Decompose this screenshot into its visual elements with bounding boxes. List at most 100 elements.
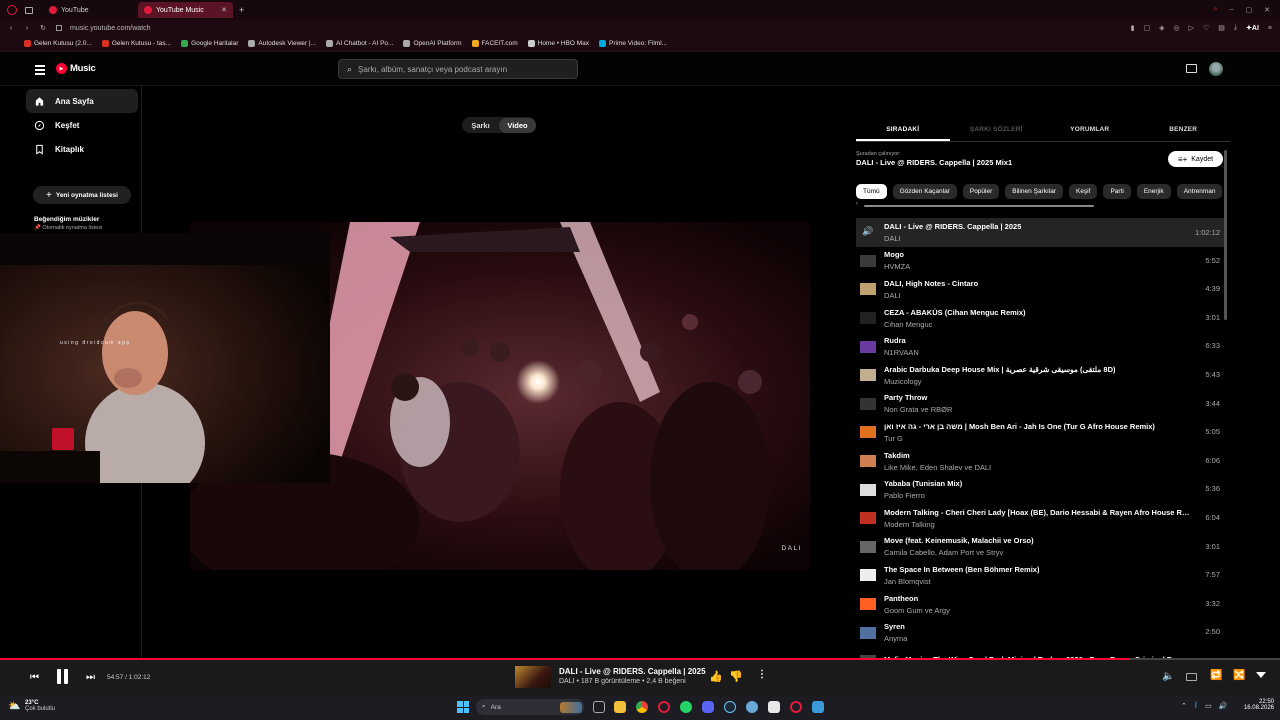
network-icon[interactable]: ▭ <box>1205 702 1212 710</box>
bookmark-item[interactable]: Gelen Kutusu (2.0... <box>24 40 92 47</box>
weather-widget[interactable]: 23°C Çok bulutlu <box>25 700 55 712</box>
filter-chip[interactable]: Popüler <box>962 184 1000 199</box>
history-icon[interactable]: ▤ <box>1218 24 1225 32</box>
filter-chip[interactable]: Tümü <box>856 184 887 199</box>
speaker-icon[interactable]: 🔊 <box>1219 702 1228 710</box>
filter-chip[interactable]: Antrenman <box>1176 184 1223 199</box>
queue-scrollbar[interactable] <box>1224 150 1227 320</box>
reload-icon[interactable]: ↻ <box>38 24 48 32</box>
filter-chip[interactable]: Gözden Kaçanlar <box>892 184 957 199</box>
lock-icon[interactable] <box>56 25 62 31</box>
queue-item[interactable]: CEZA - ABAKÜS (Cihan Menguc Remix) Cihan … <box>856 304 1224 333</box>
toggle-video[interactable]: Video <box>499 117 536 133</box>
forward-icon[interactable]: › <box>22 25 32 32</box>
tab-up-next[interactable]: SIRADAKİ <box>856 116 950 141</box>
clock[interactable]: 22:50 16.08.2026 <box>1242 699 1274 711</box>
pause-button[interactable] <box>57 669 69 684</box>
back-icon[interactable]: ‹ <box>6 25 16 32</box>
start-icon[interactable] <box>457 701 469 713</box>
dislike-icon[interactable]: 👎 <box>729 670 743 683</box>
tray-chevron-icon[interactable]: ⌃ <box>1181 702 1187 710</box>
download-icon[interactable]: ⤓ <box>1234 24 1237 32</box>
queue-item[interactable]: Arabic Darbuka Deep House Mix | موسيقى ش… <box>856 361 1224 390</box>
tab-youtube[interactable]: YouTube <box>43 2 138 18</box>
queue-item[interactable]: Party Throw Non Grata ve RBØR 3:44 <box>856 390 1224 419</box>
menu-icon[interactable]: ≡ <box>1268 25 1272 32</box>
new-playlist-button[interactable]: + Yeni oynatma listesi <box>33 186 131 204</box>
task-view-icon[interactable] <box>593 701 605 713</box>
queue-item[interactable]: Takdim Like Mike, Eden Shalev ve DALI 6:06 <box>856 447 1224 476</box>
now-playing-title[interactable]: DALI - Live @ RIDERS. Cappella | 2025 <box>559 667 706 676</box>
screenshot-icon[interactable]: ▢ <box>1144 24 1151 32</box>
shield-icon[interactable]: ◈ <box>1159 24 1164 32</box>
queue-item[interactable]: Syren Anyma 2:50 <box>856 618 1224 647</box>
like-icon[interactable]: 👍 <box>709 670 723 683</box>
filter-chip[interactable]: Enerjik <box>1136 184 1171 199</box>
ai-button[interactable]: ✦AI <box>1246 24 1259 32</box>
weather-icon[interactable]: ⛅ <box>8 701 20 712</box>
scroll-left-icon[interactable]: ‹ <box>856 201 858 207</box>
next-icon[interactable]: ⏭ <box>86 672 95 683</box>
tab-related[interactable]: BENZER <box>1137 116 1231 141</box>
bluetooth-icon[interactable]: ᛒ <box>1194 702 1198 710</box>
chips-scrollbar[interactable]: ‹ <box>856 201 1096 208</box>
minimize-icon[interactable]: – <box>1230 6 1234 14</box>
sidebar-item-home[interactable]: Ana Sayfa <box>26 89 138 113</box>
bookmark-item[interactable]: Autodesk Viewer |... <box>248 40 316 47</box>
queue-item[interactable]: Mogo HVMZA 5:52 <box>856 247 1224 276</box>
liked-music-item[interactable]: Beğendiğim müzikler 📌 Otomatik oynatma l… <box>34 216 102 231</box>
camera-icon[interactable]: ◎ <box>1174 24 1180 32</box>
now-playing-thumbnail[interactable] <box>515 666 551 688</box>
captions-icon[interactable] <box>1186 673 1197 681</box>
url-field[interactable]: music.youtube.com/watch <box>70 25 151 32</box>
whatsapp-icon[interactable] <box>680 701 692 713</box>
sidebar-item-explore[interactable]: Keşfet <box>26 113 141 137</box>
extension-icon[interactable]: ▮ <box>1131 24 1135 32</box>
tab-lyrics[interactable]: ŞARKI SÖZLERİ <box>950 116 1044 141</box>
browser-search-icon[interactable]: ⌕ <box>1214 6 1218 14</box>
discord-icon[interactable] <box>702 701 714 713</box>
chrome-icon[interactable] <box>636 701 648 713</box>
queue-item[interactable]: משה בן ארי - גה איז ואן | Mosh Ben Ari -… <box>856 418 1224 447</box>
filter-chip[interactable]: Keşif <box>1068 184 1098 199</box>
bookmark-item[interactable]: Prime Video: Filml... <box>599 40 667 47</box>
queue-item[interactable]: Yababa (Tunisian Mix) Pablo Fierro 5:36 <box>856 475 1224 504</box>
progress-bar[interactable] <box>0 658 1280 660</box>
app-icon[interactable] <box>746 701 758 713</box>
notepad-icon[interactable] <box>812 701 824 713</box>
more-options-icon[interactable]: ⋮ <box>757 669 767 680</box>
taskbar-search[interactable]: ⌕ Ara <box>476 699 584 715</box>
document-icon[interactable] <box>768 701 780 713</box>
toggle-song[interactable]: Şarkı <box>462 121 499 130</box>
heart-icon[interactable]: ♡ <box>1203 24 1209 32</box>
bookmark-item[interactable]: Home • HBO Max <box>527 40 589 47</box>
repeat-icon[interactable]: 🔁 <box>1210 670 1222 681</box>
bookmark-item[interactable]: OpenAI Platform <box>403 40 462 47</box>
queue-item[interactable]: Rudra N1RVAAN 6:33 <box>856 332 1224 361</box>
cast-icon[interactable] <box>1186 64 1197 73</box>
tab-comments[interactable]: YORUMLAR <box>1043 116 1137 141</box>
tab-youtube-music[interactable]: YouTube Music ✕ <box>138 2 233 18</box>
close-window-icon[interactable]: ✕ <box>1264 6 1270 14</box>
maximize-icon[interactable]: ▢ <box>1246 6 1253 14</box>
recording-app-icon[interactable] <box>790 701 802 713</box>
bookmark-item[interactable]: Gelen Kutusu - tas... <box>101 40 171 47</box>
opera-icon[interactable] <box>658 701 670 713</box>
queue-item[interactable]: The Space In Between (Ben Böhmer Remix) J… <box>856 561 1224 590</box>
steam-icon[interactable] <box>724 701 736 713</box>
search-box[interactable]: ⌕ Şarkı, albüm, sanatçı veya podcast ara… <box>338 59 578 79</box>
browser-logo-icon[interactable] <box>7 5 17 15</box>
hamburger-icon[interactable] <box>35 65 45 75</box>
previous-icon[interactable]: ⏮ <box>30 672 39 683</box>
queue-item[interactable]: DALI, High Notes - Cintaro DALI 4:39 <box>856 275 1224 304</box>
queue-item[interactable]: Modern Talking - Cheri Cheri Lady [Hoax … <box>856 504 1224 533</box>
avatar[interactable] <box>1209 62 1223 76</box>
close-tab-icon[interactable]: ✕ <box>221 6 227 14</box>
bookmark-item[interactable]: AI Chatbot - AI Po... <box>325 40 393 47</box>
queue-item[interactable]: Pantheon Goom Gum ve Argy 3:32 <box>856 590 1224 619</box>
new-tab-button[interactable]: + <box>239 5 244 15</box>
filter-chip[interactable]: Bilinen Şarkılar <box>1005 184 1063 199</box>
play-icon[interactable]: ▷ <box>1189 24 1194 32</box>
expand-icon[interactable] <box>1256 672 1266 678</box>
shuffle-icon[interactable]: 🔀 <box>1233 670 1245 681</box>
